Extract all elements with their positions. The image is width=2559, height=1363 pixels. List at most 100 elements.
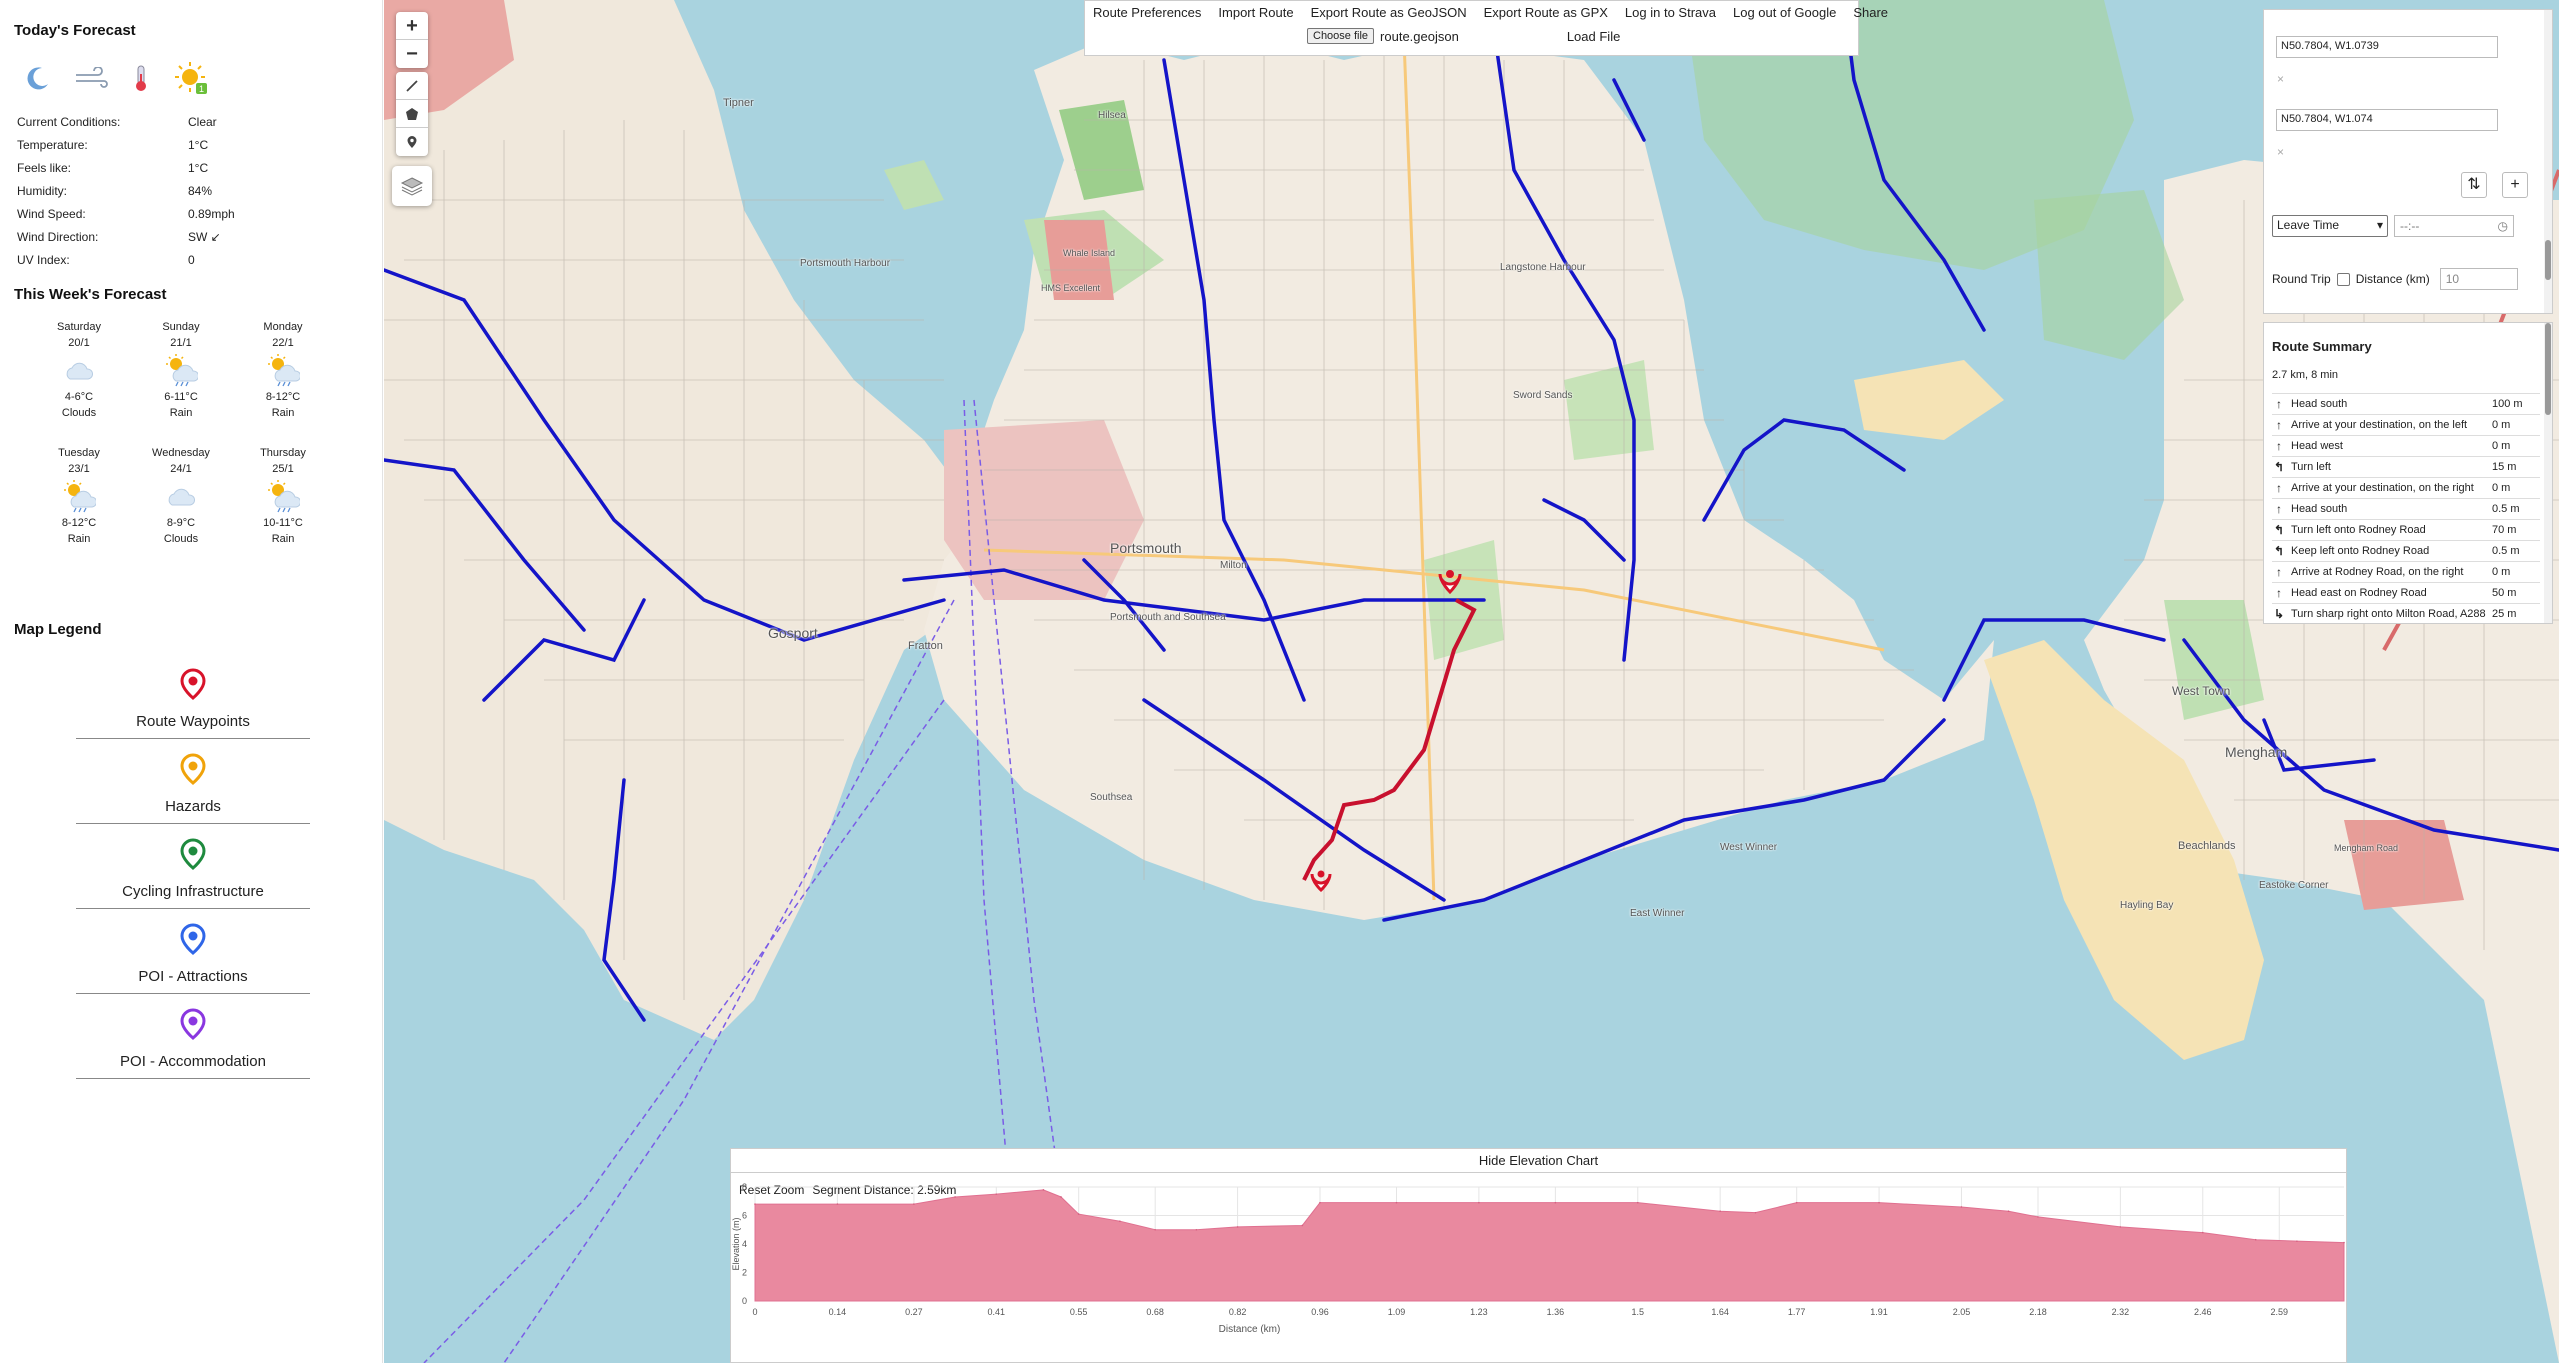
add-waypoint-button[interactable]: + — [2502, 172, 2528, 198]
step-instruction: Head south — [2291, 398, 2348, 410]
toolbar-item[interactable]: Export Route as GPX — [1484, 5, 1608, 20]
condition-row: Wind Speed: 0.89mph — [14, 203, 368, 226]
elevation-point — [1236, 1226, 1239, 1228]
map-place-label: HMS Excellent — [1041, 283, 1101, 293]
route-step[interactable]: ↑ Arrive at your destination, on the left… — [2272, 414, 2540, 435]
distance-label: Distance (km) — [2355, 272, 2430, 286]
direction-arrow-icon: ↑ — [2276, 481, 2282, 495]
route-step[interactable]: ↑ Head south 0.5 m — [2272, 498, 2540, 519]
map-place-label: Portsmouth — [1110, 540, 1182, 556]
elevation-point — [1195, 1228, 1198, 1231]
elevation-point — [1301, 1224, 1304, 1227]
map-place-label: Eastoke Corner — [2259, 880, 2329, 891]
route-step[interactable]: ↰ Turn left onto Rodney Road 70 m — [2272, 519, 2540, 540]
x-tick-label: 0.41 — [988, 1307, 1006, 1317]
time-input[interactable]: --:-- ◷ — [2394, 215, 2514, 237]
draw-polygon-icon[interactable] — [396, 100, 428, 128]
step-distance: 0 m — [2492, 566, 2511, 578]
toolbar-item[interactable]: Export Route as GeoJSON — [1311, 5, 1467, 20]
route-summary-title: Route Summary — [2272, 339, 2372, 354]
elevation-point — [2119, 1226, 2122, 1228]
route-step[interactable]: ↰ Turn left 15 m — [2272, 456, 2540, 477]
load-file-button[interactable]: Load File — [1567, 29, 1620, 44]
step-instruction: Turn left onto Rodney Road — [2291, 524, 2426, 536]
swap-waypoints-button[interactable]: ⇅ — [2461, 172, 2487, 198]
day-name: Tuesday — [58, 447, 100, 459]
start-waypoint-input[interactable]: N50.7804, W1.0739 — [2276, 36, 2498, 58]
summary-scrollbar[interactable] — [2544, 323, 2552, 623]
step-instruction: Arrive at your destination, on the left — [2291, 419, 2468, 431]
direction-arrow-icon: ↑ — [2276, 439, 2282, 453]
remove-end-icon[interactable]: × — [2277, 145, 2284, 159]
x-tick-label: 0.14 — [829, 1307, 847, 1317]
condition-label: Humidity: — [17, 184, 68, 198]
route-step[interactable]: ↑ Head south 100 m — [2272, 393, 2540, 414]
elevation-point — [1795, 1201, 1798, 1204]
clouds-icon — [130, 477, 232, 515]
wind-icon — [76, 67, 108, 88]
toolbar-item[interactable]: Share — [1853, 5, 1888, 20]
draw-marker-icon[interactable] — [396, 128, 428, 156]
day-temp: 6-11°C — [164, 391, 198, 403]
end-waypoint-input[interactable]: N50.7804, W1.074 — [2276, 109, 2498, 131]
route-step[interactable]: ↑ Arrive at Rodney Road, on the right 0 m — [2272, 561, 2540, 582]
choose-file-button[interactable]: Choose file — [1307, 28, 1375, 44]
route-step[interactable]: ↰ Keep left onto Rodney Road 0.5 m — [2272, 540, 2540, 561]
toolbar-item[interactable]: Log out of Google — [1733, 5, 1836, 20]
condition-label: UV Index: — [17, 253, 70, 267]
remove-start-icon[interactable]: × — [2277, 72, 2284, 86]
direction-arrow-icon: ↑ — [2276, 502, 2282, 516]
day-date: 21/1 — [170, 337, 192, 349]
hide-elevation-button[interactable]: Hide Elevation Chart — [731, 1149, 2346, 1173]
round-trip-checkbox[interactable] — [2336, 272, 2350, 286]
toolbar-item[interactable]: Log in to Strava — [1625, 5, 1716, 20]
zoom-out-button[interactable]: − — [396, 40, 428, 68]
day-desc: Rain — [169, 407, 193, 419]
elevation-chart[interactable]: 0 2 4 6 8 0 0.14 0.27 0.41 0.55 0.68 0.82 0.96 1.09 1.… — [731, 1173, 2348, 1363]
step-instruction: Head west — [2291, 440, 2343, 452]
distance-input[interactable]: 10 — [2439, 268, 2518, 290]
elevation-point — [995, 1193, 998, 1195]
map-place-label: Sword Sands — [1513, 390, 1573, 401]
route-planner-panel: N50.7804, W1.0739 × N50.7804, W1.074 × ⇅… — [2263, 9, 2553, 314]
leave-time-select[interactable]: Leave Time ▾ — [2272, 215, 2388, 237]
map-legend: Route Waypoints Hazards Cycling Infrastr… — [76, 668, 310, 1079]
day-desc: Rain — [271, 533, 295, 545]
week-forecast-title: This Week's Forecast — [14, 286, 167, 303]
route-step[interactable]: ↑ Head west 0 m — [2272, 435, 2540, 456]
map-place-label: Beachlands — [2178, 840, 2236, 852]
route-step[interactable]: ↑ Head east on Rodney Road 50 m — [2272, 582, 2540, 603]
condition-value: 84% — [188, 184, 213, 198]
x-tick-label: 2.46 — [2194, 1307, 2212, 1317]
day-desc: Rain — [271, 407, 295, 419]
panel-scrollbar[interactable] — [2544, 10, 2552, 313]
sun-rain-icon — [130, 351, 232, 389]
elevation-point — [1319, 1201, 1321, 1204]
elevation-point — [1119, 1220, 1121, 1222]
day-temp: 8-9°C — [166, 517, 196, 529]
elevation-point — [1878, 1201, 1880, 1204]
map-pin-icon — [180, 668, 206, 700]
draw-line-icon[interactable] — [396, 72, 428, 100]
legend-item: Route Waypoints — [76, 668, 310, 739]
day-forecast: Thursday 25/1 10-11°C Rain — [232, 445, 334, 547]
route-step[interactable]: ↑ Arrive at your destination, on the righ… — [2272, 477, 2540, 498]
map-place-label: Mengham — [2225, 744, 2288, 760]
x-tick-label: 0.82 — [1229, 1307, 1247, 1317]
layers-control-icon[interactable] — [392, 166, 432, 206]
toolbar-item[interactable]: Route Preferences — [1093, 5, 1201, 20]
day-name: Sunday — [162, 321, 200, 333]
route-step[interactable]: ↳ Turn sharp right onto Milton Road, A288… — [2272, 603, 2540, 624]
direction-arrow-icon: ↑ — [2276, 418, 2282, 432]
toolbar-item[interactable]: Import Route — [1218, 5, 1293, 20]
map-place-label: East Winner — [1630, 908, 1685, 919]
x-tick-label: 2.05 — [1953, 1307, 1971, 1317]
day-name: Thursday — [260, 447, 306, 459]
zoom-in-button[interactable]: + — [396, 12, 428, 40]
moon-icon — [27, 67, 48, 90]
direction-arrow-icon: ↰ — [2273, 523, 2285, 537]
step-distance: 0.5 m — [2492, 503, 2520, 515]
x-tick-label: 1.23 — [1470, 1307, 1488, 1317]
map-view[interactable]: Portsmouth Gosport Fratton Portsmouth Harbo… — [384, 0, 2559, 1363]
condition-value: SW ↙ — [188, 230, 221, 244]
